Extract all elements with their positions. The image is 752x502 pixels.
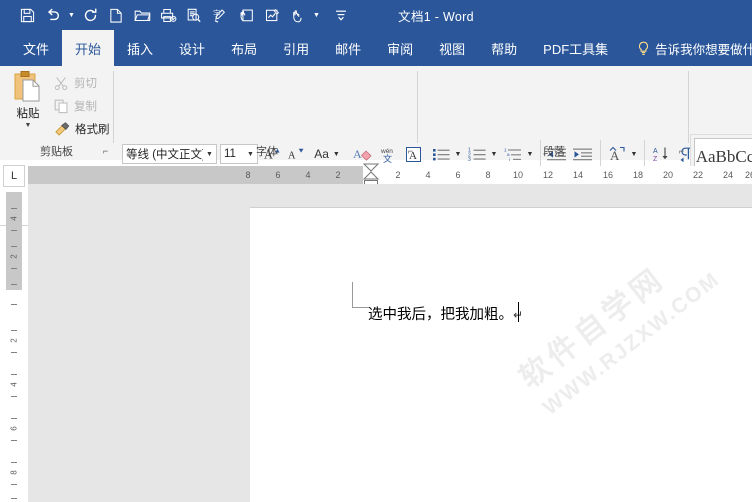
horizontal-ruler[interactable]: 8 6 4 2 2 4 6 8 10 12 14 16 18 20 22 24 … (28, 166, 752, 184)
hruler-tick: 20 (662, 170, 673, 180)
tell-me-label: 告诉我你想要做什么 (655, 42, 752, 57)
font-group-label: 字体 (256, 146, 278, 158)
hruler-tick: 2 (335, 170, 341, 180)
word-window: ▼ 字 ▼ 文档1 - Word 文件 开始 插入 设计 布局 引用 邮件 审阅… (0, 0, 752, 502)
print-preview-icon[interactable] (181, 2, 207, 28)
hruler-tick: 4 (305, 170, 311, 180)
ribbon: 粘贴 ▼ 剪切 复制 格式刷 剪贴板 ⌐ 等线 (中文正文) ▼ 11 ▼ A … (0, 66, 752, 226)
top-margin-area (6, 192, 22, 290)
document-page[interactable] (250, 207, 752, 502)
format-painter-label: 格式刷 (75, 124, 110, 136)
ruler-corner: L (0, 160, 28, 192)
tab-file[interactable]: 文件 (10, 30, 62, 66)
paste-label: 粘贴 (16, 108, 40, 120)
paste-icon (14, 71, 40, 102)
new-document-icon[interactable] (103, 2, 129, 28)
ribbon-tab-strip: 文件 开始 插入 设计 布局 引用 邮件 审阅 视图 帮助 PDF工具集 告诉我… (0, 30, 752, 66)
copy-button[interactable]: 复制 (54, 96, 97, 116)
paste-button[interactable]: 粘贴 ▼ (6, 70, 50, 142)
hruler-tick: 6 (455, 170, 461, 180)
paragraph-group-label: 段落 (543, 146, 565, 158)
scissors-icon (54, 76, 68, 90)
vruler-tick: 8 (9, 470, 19, 475)
hruler-tick: 2 (395, 170, 401, 180)
tab-review[interactable]: 审阅 (374, 30, 426, 66)
edit-chart-icon[interactable] (259, 2, 285, 28)
tell-me-box[interactable]: 告诉我你想要做什么 (621, 30, 752, 66)
hruler-tick: 12 (542, 170, 553, 180)
cut-button[interactable]: 剪切 (54, 73, 97, 93)
clipboard-group-label: 剪贴板 (40, 146, 73, 158)
vertical-ruler[interactable]: 4 2 2 4 6 8 (6, 192, 22, 502)
hruler-tick: 10 (512, 170, 523, 180)
title-bar: ▼ 字 ▼ 文档1 - Word (0, 0, 752, 30)
lightbulb-icon (639, 41, 649, 55)
hruler-tick: 4 (425, 170, 431, 180)
hruler-tick: 8 (245, 170, 251, 180)
font-dialog-launcher[interactable]: ⌐ (405, 146, 416, 157)
text-cursor (518, 302, 520, 322)
tab-pdf-tools[interactable]: PDF工具集 (530, 30, 621, 66)
hruler-tick: 18 (632, 170, 643, 180)
format-painter-button[interactable]: 格式刷 (54, 119, 110, 139)
tab-design[interactable]: 设计 (166, 30, 218, 66)
tab-view[interactable]: 视图 (426, 30, 478, 66)
tab-home[interactable]: 开始 (62, 30, 115, 66)
tab-layout[interactable]: 布局 (218, 30, 270, 66)
undo-icon[interactable] (40, 2, 66, 28)
tab-mailings[interactable]: 邮件 (322, 30, 374, 66)
hruler-tick: 26 (744, 170, 752, 180)
open-folder-icon[interactable] (129, 2, 155, 28)
hruler-tick: 22 (692, 170, 703, 180)
copy-icon (54, 99, 68, 113)
tab-references[interactable]: 引用 (270, 30, 322, 66)
quick-access-toolbar: ▼ 字 ▼ (14, 0, 354, 30)
undo-dropdown-icon[interactable]: ▼ (66, 2, 77, 28)
spelling-check-icon[interactable]: 字 (207, 2, 233, 28)
hruler-tick: 6 (275, 170, 281, 180)
document-body-text[interactable]: 选中我后，把我加粗。↵ (368, 303, 523, 324)
vruler-tick: 2 (9, 254, 19, 259)
cut-label: 剪切 (74, 78, 97, 90)
tab-insert[interactable]: 插入 (114, 30, 166, 66)
hruler-tick: 8 (485, 170, 491, 180)
hruler-tick: 14 (572, 170, 583, 180)
customize-qat-icon[interactable] (328, 2, 354, 28)
hruler-tick: 24 (722, 170, 733, 180)
body-text-run: 选中我后，把我加粗。 (368, 307, 513, 323)
hruler-tick: 16 (602, 170, 613, 180)
touch-mode-icon[interactable] (233, 2, 259, 28)
vruler-tick: 4 (9, 216, 19, 221)
style-preview-text: AaBbCc (695, 147, 752, 166)
vruler-tick: 2 (9, 338, 19, 343)
tab-stop-selector[interactable]: L (3, 165, 25, 187)
paragraph-dialog-launcher[interactable]: ⌐ (676, 146, 687, 157)
paste-dropdown-icon[interactable]: ▼ (25, 122, 32, 130)
copy-label: 复制 (74, 101, 97, 113)
vruler-tick: 4 (9, 382, 19, 387)
save-icon[interactable] (14, 2, 40, 28)
vruler-tick: 6 (9, 426, 19, 431)
redo-icon[interactable] (77, 2, 103, 28)
touch-mouse-mode-icon[interactable] (285, 2, 311, 28)
touch-mouse-dropdown-icon[interactable]: ▼ (311, 2, 322, 28)
clipboard-dialog-launcher[interactable]: ⌐ (100, 146, 111, 157)
format-painter-icon (55, 121, 70, 136)
tab-help[interactable]: 帮助 (478, 30, 530, 66)
quick-print-icon[interactable] (155, 2, 181, 28)
